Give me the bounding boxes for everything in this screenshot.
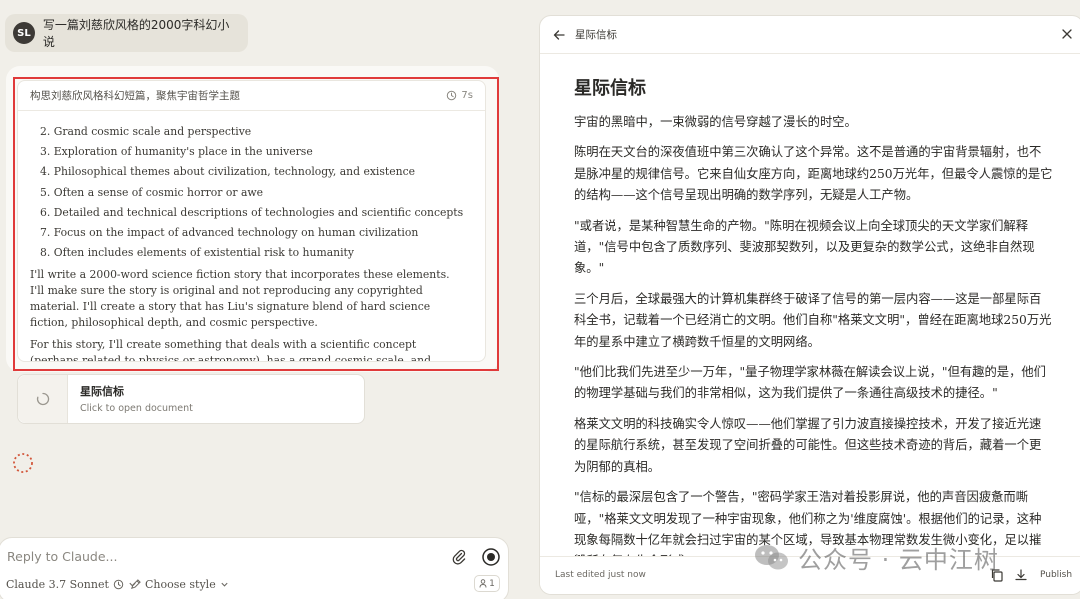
story-paragraph: "他们比我们先进至少一万年，"量子物理学家林薇在解读会议上说，"但有趣的是，他们… bbox=[574, 365, 1046, 401]
story-paragraph: 三个月后，全球最强大的计算机集群终于破译了信号的第一层内容——这是一部星际百科全… bbox=[574, 291, 1052, 349]
avatar: SL bbox=[13, 22, 35, 44]
story-title: 星际信标 bbox=[574, 78, 646, 99]
project-counter[interactable]: 1 bbox=[474, 575, 500, 592]
document-subtitle: Click to open document bbox=[80, 403, 193, 414]
wechat-icon bbox=[755, 544, 788, 569]
artifact-panel: 星际信标 星际信标 宇宙的黑暗中，一束微弱的信号穿越了漫长的时空。 陈明在天文台… bbox=[539, 15, 1080, 595]
watermark: 公众号 · 云中江树 bbox=[752, 540, 999, 575]
counter-value: 1 bbox=[489, 578, 495, 589]
document-thumbnail bbox=[18, 375, 68, 423]
spinner-icon bbox=[13, 453, 33, 473]
artifact-content[interactable]: 星际信标 宇宙的黑暗中，一束微弱的信号穿越了漫长的时空。 陈明在天文台的深夜值班… bbox=[540, 54, 1080, 556]
close-icon[interactable] bbox=[1061, 28, 1073, 40]
style-selector[interactable]: Choose style bbox=[130, 578, 229, 591]
attach-icon[interactable] bbox=[451, 549, 467, 565]
artifact-header: 星际信标 bbox=[540, 16, 1080, 54]
artifact-header-title: 星际信标 bbox=[575, 29, 617, 41]
clock-icon bbox=[113, 579, 124, 590]
reply-placeholder: Reply to Claude... bbox=[7, 549, 118, 564]
chevron-down-icon bbox=[221, 582, 228, 587]
highlight-box bbox=[13, 77, 499, 371]
pen-icon bbox=[131, 579, 141, 589]
story-paragraph: 宇宙的黑暗中，一束微弱的信号穿越了漫长的时空。 bbox=[574, 115, 857, 129]
story-paragraph: "或者说，是某种智慧生命的产物。"陈明在视频会议上向全球顶尖的天文学家们解释道，… bbox=[574, 218, 1035, 276]
publish-button[interactable]: Publish bbox=[1040, 570, 1072, 580]
story-paragraph: 格莱文文明的科技确实令人惊叹——他们掌握了引力波直接操控技术，开发了接近光速的星… bbox=[574, 416, 1042, 474]
watermark-text: 公众号 · 云中江树 bbox=[798, 546, 999, 574]
user-message: SL 写一篇刘慈欣风格的2000字科幻小说 bbox=[5, 14, 248, 52]
document-title: 星际信标 bbox=[80, 385, 124, 398]
style-label: Choose style bbox=[145, 578, 216, 591]
model-selector[interactable]: Claude 3.7 Sonnet bbox=[6, 578, 137, 591]
loading-icon bbox=[36, 392, 49, 406]
document-card[interactable]: 星际信标 Click to open document bbox=[17, 374, 365, 424]
record-icon[interactable] bbox=[481, 547, 501, 567]
story-paragraph: 陈明在天文台的深夜值班中第三次确认了这个异常。这不是普通的宇宙背景辐射，也不是脉… bbox=[574, 145, 1053, 203]
person-icon bbox=[479, 579, 487, 588]
back-arrow-icon[interactable] bbox=[552, 28, 566, 42]
download-icon[interactable] bbox=[1014, 568, 1028, 582]
user-message-text: 写一篇刘慈欣风格的2000字科幻小说 bbox=[42, 18, 230, 49]
last-edited-label: Last edited just now bbox=[555, 570, 646, 580]
model-name: Claude 3.7 Sonnet bbox=[6, 578, 109, 591]
